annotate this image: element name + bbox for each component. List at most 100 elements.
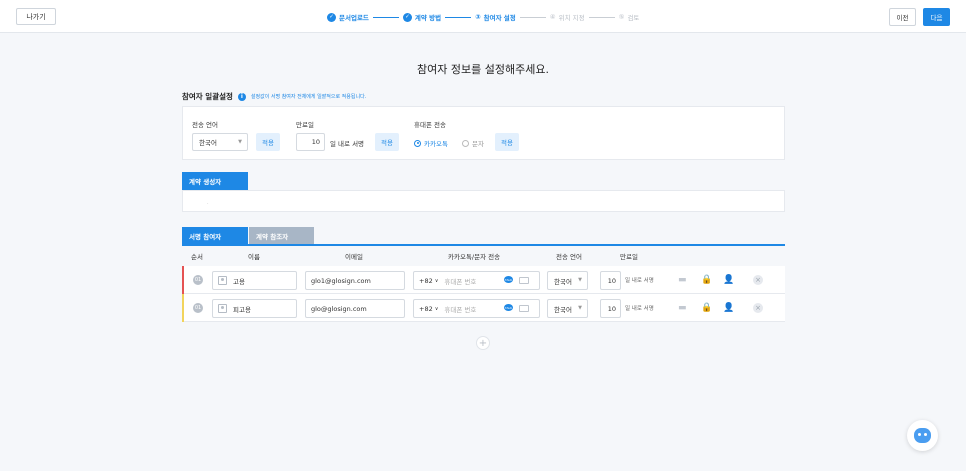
row-language-value: 한국어 (554, 305, 572, 314)
phone-field[interactable]: +82 ∨ 휴대폰 번호 TALK (413, 299, 540, 318)
name-value: 피고용 (233, 305, 251, 314)
sms-icon[interactable] (519, 277, 529, 284)
row-expiry-suffix: 일 내로 서명 (625, 278, 654, 284)
expiry-label: 만료일 (296, 121, 314, 129)
step-label: 검토 (627, 14, 640, 22)
country-code[interactable]: +82 (419, 277, 433, 285)
chevron-down-icon: ▼ (238, 139, 242, 145)
phone-placeholder: 휴대폰 번호 (444, 305, 477, 314)
row-language-select[interactable]: 한국어 ▼ (547, 299, 588, 318)
col-order: 순서 (191, 253, 203, 261)
phone-placeholder: 휴대폰 번호 (444, 277, 477, 286)
lock-icon[interactable]: 🔒 (701, 275, 712, 285)
country-code[interactable]: +82 (419, 305, 433, 313)
name-field[interactable]: 고용 (212, 271, 297, 290)
row-language-select[interactable]: 한국어 ▼ (547, 271, 588, 290)
bulk-settings-title: 참여자 일괄설정 (182, 92, 233, 101)
creator-card: · (182, 190, 785, 212)
radio-label: 카카오톡 (424, 140, 448, 148)
language-label: 전송 언어 (192, 121, 218, 129)
add-participant-button[interactable]: + (476, 336, 490, 350)
row-expiry-input[interactable]: 10 (600, 271, 621, 290)
chevron-down-icon: ∨ (434, 305, 439, 312)
col-name: 이름 (248, 253, 260, 261)
apply-phone-button[interactable]: 적용 (495, 133, 519, 151)
name-field[interactable]: 피고용 (212, 299, 297, 318)
email-field[interactable]: glo@glosign.com (305, 299, 405, 318)
radio-sms[interactable]: 문자 (462, 138, 484, 148)
row-expiry-suffix: 일 내로 서명 (625, 306, 654, 312)
email-field[interactable]: glo1@glosign.com (305, 271, 405, 290)
radio-dot (414, 139, 421, 147)
tab-contract-creator[interactable]: 계약 생성자 (182, 172, 248, 190)
step-label: 위치 지정 (558, 14, 585, 22)
step-number: ③ (475, 13, 481, 21)
chevron-down-icon: ∨ (434, 277, 439, 284)
row-expiry-input[interactable]: 10 (600, 299, 621, 318)
chatbot-button[interactable] (907, 420, 938, 451)
expiry-days-input[interactable]: 10 (296, 133, 325, 151)
step-divider (445, 16, 472, 18)
order-badge[interactable]: 01 (193, 303, 203, 313)
chevron-down-icon: ▼ (578, 277, 582, 283)
order-badge[interactable]: 01 (193, 275, 203, 285)
phone-field[interactable]: +82 ∨ 휴대폰 번호 TALK (413, 271, 540, 290)
info-icon: i (237, 92, 246, 101)
row-color-bar (182, 294, 184, 322)
top-bar: 나가기 ✓ 문서업로드 ✓ 계약 방법 ③ 참여자 설정 ④ 위치 지정 ⑤ 검토 이전 … (0, 0, 966, 33)
progress-steps: ✓ 문서업로드 ✓ 계약 방법 ③ 참여자 설정 ④ 위치 지정 ⑤ 검토 (327, 11, 639, 23)
bulk-settings-hint: 설정값이 서명 참여자 전체에게 일괄적으로 적용됩니다. (250, 94, 367, 100)
close-icon[interactable]: × (753, 303, 763, 313)
tab-viewers[interactable]: 계약 참조자 (249, 227, 314, 245)
creator-placeholder: · (207, 201, 209, 207)
step-number: ④ (549, 13, 556, 21)
step-label: 문서업로드 (339, 14, 369, 22)
step-label: 계약 방법 (414, 14, 442, 22)
kakao-icon[interactable]: TALK (504, 304, 513, 311)
check-icon: ✓ (327, 12, 336, 22)
table-row: 01 고용 glo1@glosign.com +82 ∨ 휴대폰 번호 TALK … (182, 266, 785, 294)
col-language: 전송 언어 (556, 253, 582, 261)
lock-icon[interactable]: 🔒 (701, 303, 712, 313)
col-email: 이메일 (345, 253, 363, 261)
step-divider (588, 16, 615, 18)
step-position: ④ 위치 지정 (550, 12, 585, 22)
message-icon[interactable]: ▬ (678, 275, 687, 285)
kakao-icon[interactable]: TALK (504, 276, 513, 283)
step-method: ✓ 계약 방법 (402, 12, 442, 22)
exit-button[interactable]: 나가기 (16, 8, 56, 25)
apply-language-button[interactable]: 적용 (256, 133, 280, 151)
user-auth-icon[interactable]: 👤 (723, 303, 734, 313)
chatbot-icon (914, 428, 931, 443)
radio-dot (462, 139, 469, 147)
bulk-settings-header: 참여자 일괄설정 i 설정값이 서명 참여자 전체에게 일괄적으로 적용됩니다. (182, 91, 366, 102)
table-top-border (182, 244, 785, 246)
col-kakao-sms: 카카오톡/문자 전송 (448, 253, 501, 261)
table-row: 01 피고용 glo@glosign.com +82 ∨ 휴대폰 번호 TALK … (182, 294, 785, 322)
person-icon (218, 276, 227, 285)
step-upload: ✓ 문서업로드 (327, 12, 369, 22)
message-icon[interactable]: ▬ (678, 303, 687, 313)
tab-signers[interactable]: 서명 참여자 (182, 227, 248, 245)
step-divider (519, 16, 546, 18)
language-select[interactable]: 한국어 ▼ (192, 133, 248, 151)
radio-label: 문자 (472, 140, 484, 148)
name-value: 고용 (233, 277, 245, 286)
bulk-settings-card: 전송 언어 한국어 ▼ 적용 만료일 10 일 내로 서명 적용 휴대폰 전송 카… (182, 106, 785, 160)
col-expiry: 만료일 (620, 253, 638, 261)
person-icon (218, 304, 227, 313)
row-color-bar (182, 266, 184, 294)
check-icon: ✓ (402, 12, 412, 22)
row-language-value: 한국어 (554, 277, 572, 286)
step-participants: ③ 참여자 설정 (475, 12, 516, 22)
next-button[interactable]: 다음 (923, 8, 950, 26)
prev-button[interactable]: 이전 (889, 8, 916, 26)
language-value: 한국어 (199, 139, 217, 147)
apply-expiry-button[interactable]: 적용 (375, 133, 399, 151)
sms-icon[interactable] (519, 305, 529, 312)
close-icon[interactable]: × (753, 275, 763, 285)
user-auth-icon[interactable]: 👤 (723, 275, 734, 285)
radio-kakao[interactable]: 카카오톡 (414, 138, 448, 148)
chevron-down-icon: ▼ (578, 305, 582, 311)
page-title: 참여자 정보를 설정해주세요. (417, 63, 549, 76)
